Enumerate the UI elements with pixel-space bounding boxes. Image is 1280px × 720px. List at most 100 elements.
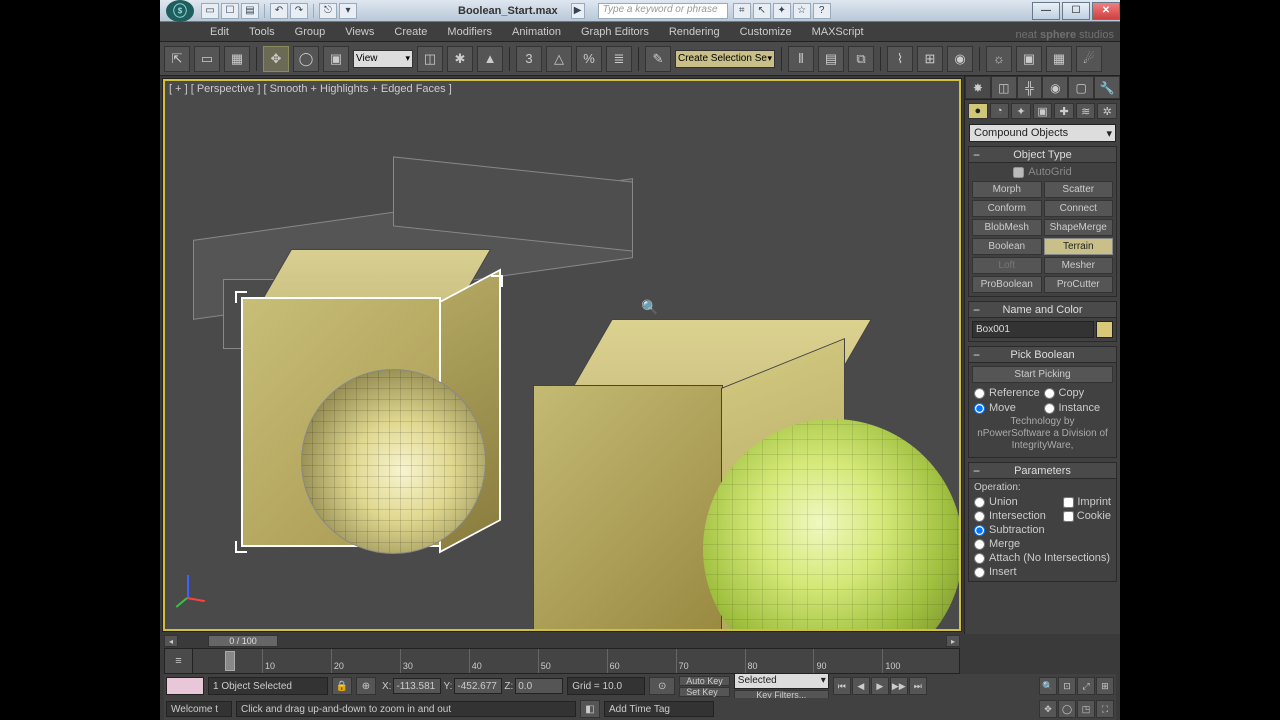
zoom-all-icon[interactable]: ⊡ xyxy=(1058,677,1076,695)
chk-imprint[interactable] xyxy=(1063,497,1074,508)
menu-tools[interactable]: Tools xyxy=(239,22,285,41)
open-icon[interactable]: ☐ xyxy=(221,3,239,19)
radio-move[interactable] xyxy=(974,403,985,414)
btn-loft[interactable]: Loft xyxy=(972,257,1042,274)
menu-customize[interactable]: Customize xyxy=(730,22,802,41)
goto-start-icon[interactable]: ⏮ xyxy=(833,677,851,695)
autokey-button[interactable]: Auto Key xyxy=(679,676,730,686)
layers-icon[interactable]: ⧉ xyxy=(848,46,874,72)
undo-icon[interactable]: ↶ xyxy=(270,3,288,19)
favorite-icon[interactable]: ☆ xyxy=(793,3,811,19)
object-name-input[interactable]: Box001 xyxy=(972,321,1094,338)
orbit-icon[interactable]: ◯ xyxy=(1058,700,1076,718)
select-rect-icon[interactable]: ▭ xyxy=(194,46,220,72)
render-prod-icon[interactable]: ▦ xyxy=(1046,46,1072,72)
btn-procutter[interactable]: ProCutter xyxy=(1044,276,1114,293)
btn-mesher[interactable]: Mesher xyxy=(1044,257,1114,274)
menu-group[interactable]: Group xyxy=(285,22,336,41)
named-sel-icon[interactable]: ✎ xyxy=(645,46,671,72)
start-picking-button[interactable]: Start Picking xyxy=(972,366,1113,383)
subtab-systems-icon[interactable]: ✲ xyxy=(1097,103,1117,119)
tab-modify-icon[interactable]: ◫ xyxy=(991,76,1017,99)
pan-icon[interactable]: ✥ xyxy=(1039,700,1057,718)
op-insert[interactable] xyxy=(974,567,985,578)
timetag-icon[interactable]: ◧ xyxy=(580,700,600,718)
goto-end-icon[interactable]: ⏭ xyxy=(909,677,927,695)
menu-edit[interactable]: Edit xyxy=(200,22,239,41)
schematic-icon[interactable]: ⊞ xyxy=(917,46,943,72)
pivot-icon[interactable]: ◫ xyxy=(417,46,443,72)
material-icon[interactable]: ◉ xyxy=(947,46,973,72)
btn-terrain[interactable]: Terrain xyxy=(1044,238,1114,255)
op-intersection[interactable] xyxy=(974,511,985,522)
radio-instance[interactable] xyxy=(1044,403,1055,414)
btn-proboolean[interactable]: ProBoolean xyxy=(972,276,1042,293)
radio-reference[interactable] xyxy=(974,388,985,399)
tab-motion-icon[interactable]: ◉ xyxy=(1042,76,1068,99)
tab-create-icon[interactable]: ✸ xyxy=(965,76,991,99)
subtab-geometry-icon[interactable]: ● xyxy=(968,103,988,119)
move-icon[interactable]: ✥ xyxy=(263,46,289,72)
btn-blobmesh[interactable]: BlobMesh xyxy=(972,219,1042,236)
zoom-icon[interactable]: 🔍 xyxy=(1039,677,1057,695)
subtab-lights-icon[interactable]: ✦ xyxy=(1011,103,1031,119)
timetag-button[interactable]: Add Time Tag xyxy=(604,701,714,717)
link-icon[interactable]: ⎋ xyxy=(319,3,337,19)
subtab-spacewarps-icon[interactable]: ≋ xyxy=(1076,103,1096,119)
manip-icon[interactable]: ✱ xyxy=(447,46,473,72)
named-selection-select[interactable]: Create Selection Se xyxy=(675,50,775,68)
timeslider-right-icon[interactable]: ▸ xyxy=(946,635,960,647)
help-icon[interactable]: ? xyxy=(813,3,831,19)
more-icon[interactable]: ▾ xyxy=(339,3,357,19)
zoom-extents-all-icon[interactable]: ⊞ xyxy=(1096,677,1114,695)
viewport-label[interactable]: [ + ] [ Perspective ] [ Smooth + Highlig… xyxy=(169,83,452,95)
prev-frame-icon[interactable]: ◀ xyxy=(852,677,870,695)
tab-utilities-icon[interactable]: 🔧 xyxy=(1094,76,1120,99)
subtab-shapes-icon[interactable]: ◔ xyxy=(990,103,1010,119)
select-window-icon[interactable]: ▦ xyxy=(224,46,250,72)
btn-boolean[interactable]: Boolean xyxy=(972,238,1042,255)
btn-shapemerge[interactable]: ShapeMerge xyxy=(1044,219,1114,236)
window-close[interactable]: ✕ xyxy=(1092,2,1120,20)
tab-hierarchy-icon[interactable]: ╬ xyxy=(1017,76,1043,99)
rollout-header[interactable]: Name and Color xyxy=(969,302,1116,318)
snap-3d-icon[interactable]: 3 xyxy=(516,46,542,72)
category-select[interactable]: Compound Objects xyxy=(969,124,1116,142)
menu-views[interactable]: Views xyxy=(335,22,384,41)
mirror-icon[interactable]: ⦀ xyxy=(788,46,814,72)
rotate-icon[interactable]: ◯ xyxy=(293,46,319,72)
align-icon[interactable]: ▤ xyxy=(818,46,844,72)
op-merge[interactable] xyxy=(974,539,985,550)
btn-scatter[interactable]: Scatter xyxy=(1044,181,1114,198)
listener-input[interactable]: Welcome t xyxy=(166,701,232,717)
menu-rendering[interactable]: Rendering xyxy=(659,22,730,41)
menu-animation[interactable]: Animation xyxy=(502,22,571,41)
render-setup-icon[interactable]: ☼ xyxy=(986,46,1012,72)
tool-b-icon[interactable]: ✦ xyxy=(773,3,791,19)
render-icon[interactable]: ☄ xyxy=(1076,46,1102,72)
search-go-icon[interactable]: ▶ xyxy=(571,3,585,19)
menu-grapheditors[interactable]: Graph Editors xyxy=(571,22,659,41)
search-input[interactable]: Type a keyword or phrase xyxy=(598,3,728,19)
btn-conform[interactable]: Conform xyxy=(972,200,1042,217)
play-icon[interactable]: ▶ xyxy=(871,677,889,695)
op-union[interactable] xyxy=(974,497,985,508)
op-subtraction[interactable] xyxy=(974,525,985,536)
fov-icon[interactable]: ◳ xyxy=(1077,700,1095,718)
maxscript-mini[interactable] xyxy=(166,677,204,695)
key-selection-select[interactable]: Selected xyxy=(734,673,829,689)
snap-percent-icon[interactable]: % xyxy=(576,46,602,72)
z-input[interactable]: 0.0 xyxy=(515,678,563,694)
keyboard-icon[interactable]: ▲ xyxy=(477,46,503,72)
redo-icon[interactable]: ↷ xyxy=(290,3,308,19)
menu-maxscript[interactable]: MAXScript xyxy=(802,22,874,41)
render-frame-icon[interactable]: ▣ xyxy=(1016,46,1042,72)
key-mode-icon[interactable]: ⊙ xyxy=(649,677,675,695)
save-icon[interactable]: ▤ xyxy=(241,3,259,19)
timeslider-thumb[interactable]: 0 / 100 xyxy=(208,635,278,647)
btn-morph[interactable]: Morph xyxy=(972,181,1042,198)
window-minimize[interactable]: — xyxy=(1032,2,1060,20)
btn-connect[interactable]: Connect xyxy=(1044,200,1114,217)
snap-angle-icon[interactable]: △ xyxy=(546,46,572,72)
rollout-header[interactable]: Object Type xyxy=(969,147,1116,163)
